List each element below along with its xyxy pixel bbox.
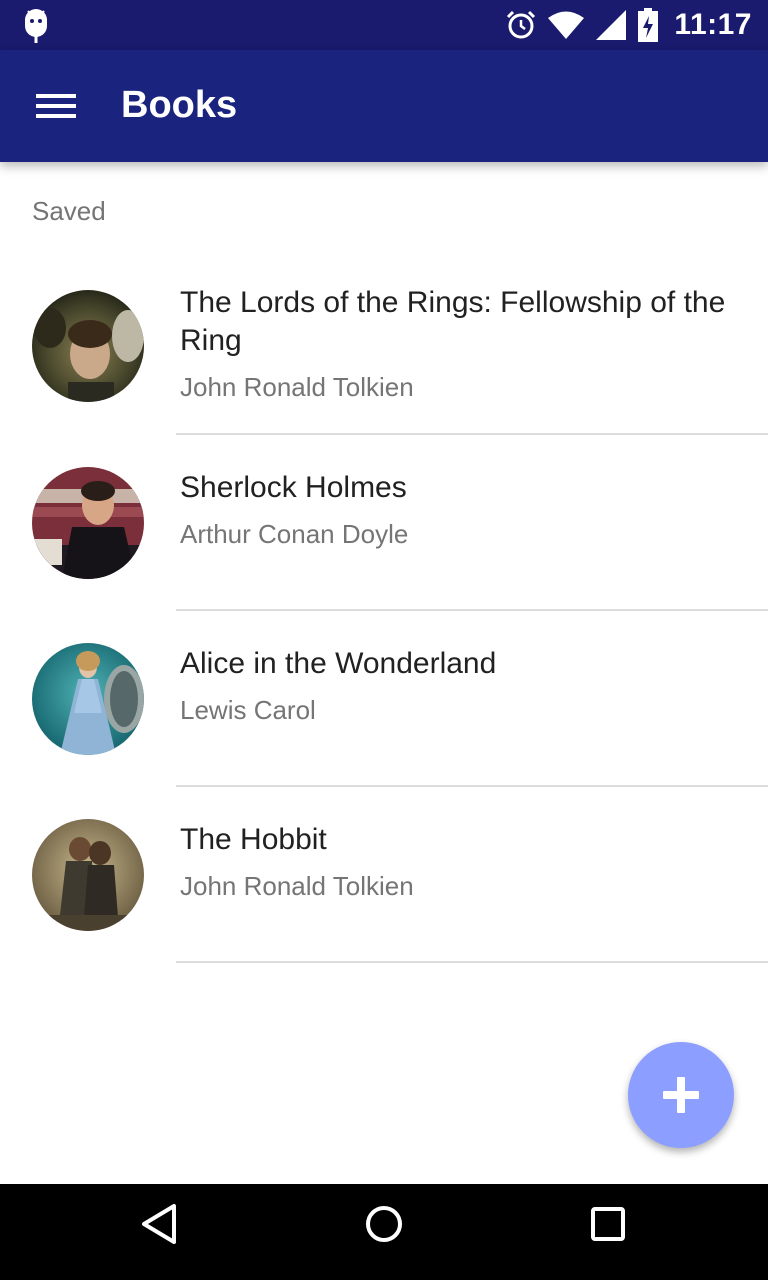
book-cover-avatar: [32, 643, 144, 755]
recents-button[interactable]: [576, 1202, 640, 1262]
status-bar: 11:17: [0, 0, 768, 50]
book-cover-avatar: [32, 819, 144, 931]
book-cover-avatar: [32, 467, 144, 579]
add-book-button[interactable]: [628, 1042, 734, 1148]
list-item[interactable]: Alice in the Wonderland Lewis Carol: [0, 611, 768, 787]
alarm-icon: [507, 10, 536, 39]
book-author: John Ronald Tolkien: [180, 372, 414, 402]
divider: [176, 961, 768, 963]
book-title: The Lords of the Rings: Fellowship of th…: [180, 286, 726, 357]
back-icon: [142, 1204, 176, 1244]
list-item[interactable]: Sherlock Holmes Arthur Conan Doyle: [0, 435, 768, 611]
home-button[interactable]: [352, 1202, 416, 1262]
home-icon: [366, 1206, 402, 1242]
content: Saved The Lords of the Rings: Fellowship…: [0, 162, 768, 1184]
system-navigation-bar: [0, 1184, 768, 1280]
android-debug-icon: [25, 9, 47, 43]
menu-button[interactable]: [24, 80, 88, 132]
list-item-text: The Lords of the Rings: Fellowship of th…: [180, 284, 728, 404]
page-title: Books: [121, 84, 238, 126]
book-author: Lewis Carol: [180, 695, 316, 725]
list-item-text: Alice in the Wonderland Lewis Carol: [180, 645, 728, 727]
recents-icon: [591, 1207, 625, 1241]
book-author: John Ronald Tolkien: [180, 871, 414, 901]
back-button[interactable]: [128, 1202, 192, 1262]
book-author: Arthur Conan Doyle: [180, 519, 409, 549]
cell-signal-icon: [596, 10, 627, 40]
app-bar: Books: [0, 50, 768, 162]
list-item-text: Sherlock Holmes Arthur Conan Doyle: [180, 469, 728, 551]
list-subheader: Saved: [32, 196, 106, 226]
book-cover-avatar: [32, 290, 144, 402]
book-list: The Lords of the Rings: Fellowship of th…: [0, 260, 768, 963]
clock: 11:17: [674, 8, 752, 41]
battery-icon: [638, 8, 659, 42]
list-item[interactable]: The Hobbit John Ronald Tolkien: [0, 787, 768, 963]
book-title: Alice in the Wonderland: [180, 647, 497, 680]
list-item-text: The Hobbit John Ronald Tolkien: [180, 821, 728, 903]
book-title: Sherlock Holmes: [180, 471, 407, 504]
book-title: The Hobbit: [180, 823, 327, 856]
wifi-icon: [548, 11, 585, 39]
list-item[interactable]: The Lords of the Rings: Fellowship of th…: [0, 260, 768, 435]
